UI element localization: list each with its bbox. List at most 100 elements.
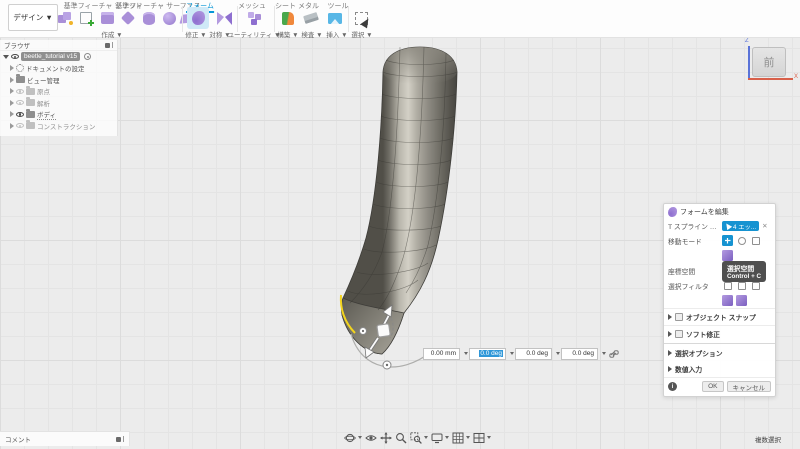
angle-input-3[interactable]: 0.0 deg: [561, 347, 598, 360]
browser-panel: ブラウザ beetle_tutorial v15 ドキュメントの設定 ビュー管理…: [0, 40, 118, 136]
view-navigation-bar: [344, 429, 491, 446]
create-sketch-icon[interactable]: [77, 9, 95, 27]
pan-icon[interactable]: [380, 431, 392, 444]
info-icon[interactable]: i: [668, 382, 677, 391]
tspline-tube-model[interactable]: [320, 40, 480, 390]
workspace-selector[interactable]: デザイン ▼: [8, 4, 58, 31]
entity-selection-button[interactable]: 4 エッ...: [722, 221, 760, 231]
move-scale-icon[interactable]: [750, 235, 761, 246]
ok-button[interactable]: OK: [702, 381, 724, 392]
tree-item-origin[interactable]: 原点: [0, 85, 117, 98]
expand-arrow-icon: [668, 350, 672, 356]
insert-image-icon[interactable]: [326, 9, 344, 27]
panel-dock-icon[interactable]: [105, 42, 113, 48]
browser-header[interactable]: ブラウザ: [0, 40, 117, 51]
edit-form-icon[interactable]: [187, 7, 209, 29]
link-values-icon[interactable]: [609, 349, 619, 359]
visibility-eye-icon[interactable]: [16, 100, 24, 106]
move-mode-label: 移動モード: [668, 238, 702, 246]
move-transform-all-icon[interactable]: [722, 250, 733, 261]
visibility-eye-icon[interactable]: [16, 123, 24, 129]
create-cylinder-icon[interactable]: [140, 9, 158, 27]
collapse-arrow-icon[interactable]: [10, 65, 14, 72]
collapse-arrow-icon[interactable]: [10, 88, 14, 95]
tree-item-document-settings[interactable]: ドキュメントの設定: [0, 63, 117, 75]
panel-dock-icon[interactable]: [116, 436, 124, 442]
comment-title: コメント: [5, 437, 31, 444]
dropdown-caret-icon[interactable]: [552, 352, 561, 355]
clear-selection-icon[interactable]: ✕: [762, 222, 767, 230]
activate-component-radio[interactable]: [84, 53, 92, 61]
viewcube-x-axis: [748, 78, 793, 80]
create-pyramid-icon[interactable]: [119, 9, 137, 27]
inspect-ruler-icon[interactable]: [302, 9, 320, 27]
visibility-eye-icon[interactable]: [16, 88, 24, 94]
angle-input-2[interactable]: 0.0 deg: [515, 347, 552, 360]
plane-move-handle: [376, 323, 391, 338]
collapse-arrow-icon[interactable]: [10, 122, 14, 129]
collapse-arrow-icon[interactable]: [10, 111, 14, 118]
new-component-icon[interactable]: [56, 9, 74, 27]
distance-input[interactable]: 0.00 mm: [423, 347, 460, 360]
tree-root-row[interactable]: beetle_tutorial v15: [0, 51, 117, 63]
section-numeric-input[interactable]: 数値入力: [664, 361, 775, 377]
tree-item-view-management[interactable]: ビュー管理: [0, 74, 117, 86]
symmetry-icon[interactable]: [211, 9, 232, 27]
fusion360-window: デザイン ▼ 基準フィーチャ ソリッド 基準フィーチャ サーフェス フォーム メ…: [0, 0, 800, 449]
utilities-mesh-icon[interactable]: [246, 9, 264, 27]
collapse-arrow-icon[interactable]: [10, 76, 14, 83]
filter-tspline-icon[interactable]: [736, 295, 747, 306]
gear-icon: [16, 64, 24, 73]
group-utilities[interactable]: ユーティリティ ▼: [228, 29, 281, 39]
cancel-button[interactable]: キャンセル: [726, 381, 771, 392]
expand-arrow-icon: [668, 314, 672, 320]
group-insert[interactable]: 挿入 ▼: [326, 29, 347, 39]
section-soft-modify[interactable]: ソフト修正: [664, 325, 775, 342]
tree-item-label: 解析: [37, 100, 50, 108]
group-modify[interactable]: 修正 ▼: [185, 29, 206, 39]
dropdown-caret-icon[interactable]: [460, 352, 469, 355]
viewports-icon[interactable]: [473, 432, 491, 444]
dropdown-caret-icon[interactable]: [598, 352, 607, 355]
group-create[interactable]: 作成 ▼: [101, 29, 122, 39]
viewcube[interactable]: 前: [752, 47, 786, 77]
zoom-window-icon[interactable]: [410, 431, 428, 444]
tspline-entity-label: T スプライン エンティ...: [668, 224, 722, 231]
comment-panel[interactable]: コメント: [0, 431, 130, 446]
flange-icon[interactable]: [279, 9, 297, 27]
tree-item-bodies[interactable]: ボディ: [0, 108, 117, 121]
create-box-icon[interactable]: [98, 9, 116, 27]
expand-icon[interactable]: [3, 54, 9, 59]
folder-icon: [26, 85, 35, 95]
group-inspect[interactable]: 検査 ▼: [301, 29, 322, 39]
tree-item-analysis[interactable]: 解析: [0, 97, 117, 109]
tree-item-construction[interactable]: コンストラクション: [0, 120, 117, 132]
visibility-eye-icon[interactable]: [16, 111, 24, 117]
folder-icon: [26, 108, 35, 118]
angle-input-1[interactable]: 0.0 deg: [469, 347, 506, 360]
soft-modify-icon: [675, 330, 683, 338]
dialog-header[interactable]: フォームを編集: [664, 204, 775, 219]
selection-filter-label: 選択フィルタ: [668, 283, 709, 291]
display-settings-icon[interactable]: [431, 432, 449, 444]
filter-body-icon[interactable]: [722, 295, 733, 306]
grid-settings-icon[interactable]: [452, 432, 470, 444]
tree-item-label: ビュー管理: [27, 77, 60, 85]
expand-arrow-icon: [668, 331, 672, 337]
move-translate-icon[interactable]: [722, 235, 733, 246]
document-name[interactable]: beetle_tutorial v15: [21, 52, 81, 62]
group-select[interactable]: 選択 ▼: [351, 29, 372, 39]
visibility-eye-icon[interactable]: [11, 54, 19, 60]
look-at-icon[interactable]: [365, 432, 377, 444]
x-axis-label: X: [794, 74, 799, 80]
dropdown-caret-icon[interactable]: [506, 352, 515, 355]
group-construct[interactable]: 構築 ▼: [277, 29, 298, 39]
section-object-snap[interactable]: オブジェクト スナップ: [664, 308, 775, 325]
move-rotate-icon[interactable]: [736, 235, 747, 246]
collapse-arrow-icon[interactable]: [10, 99, 14, 106]
orbit-icon[interactable]: [344, 432, 362, 444]
select-tool-icon[interactable]: [352, 9, 372, 28]
zoom-icon[interactable]: [395, 432, 407, 444]
section-selection-options[interactable]: 選択オプション: [664, 345, 775, 361]
create-sphere-icon[interactable]: [160, 9, 178, 27]
